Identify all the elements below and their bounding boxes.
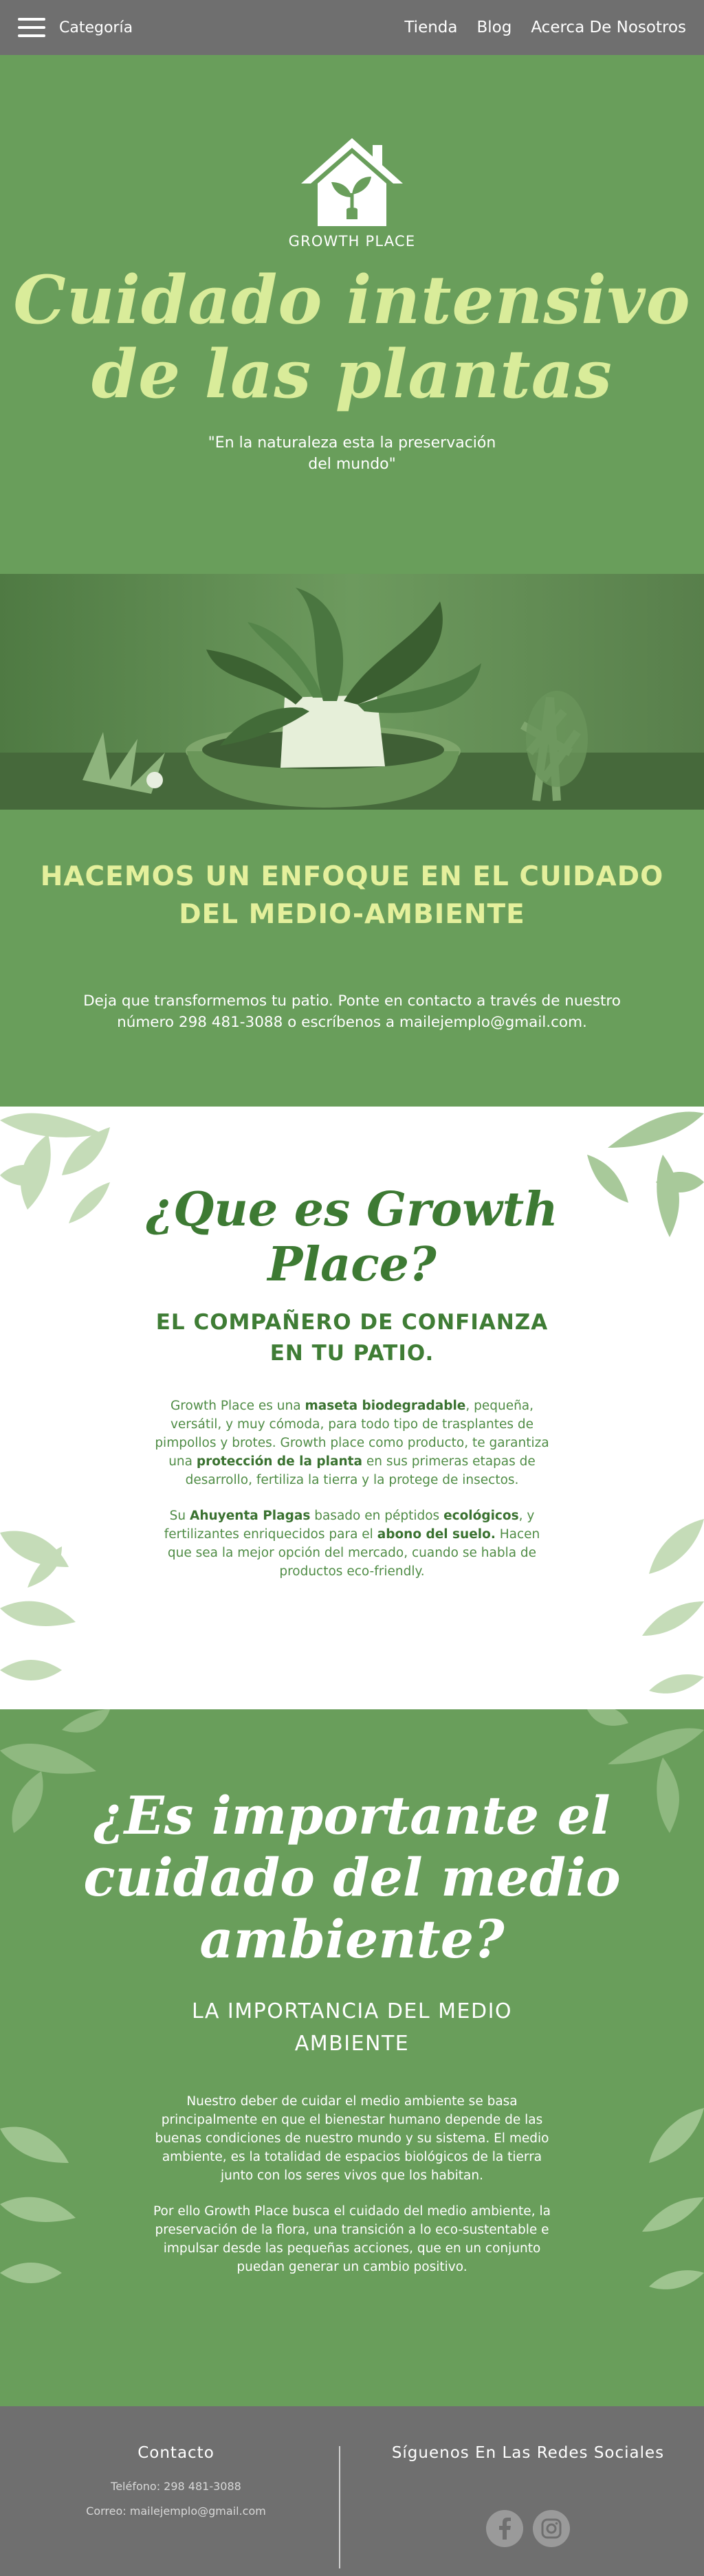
hero-quote-line: "En la naturaleza esta la preservación	[208, 434, 496, 452]
nav-link-tienda[interactable]: Tienda	[404, 19, 457, 36]
que-es-paragraph: Growth Place es una maseta biodegradable…	[153, 1397, 551, 1489]
leaf-decoration-icon	[0, 1113, 110, 1223]
nav-link-acerca[interactable]: Acerca De Nosotros	[531, 19, 686, 36]
hero-title-line: de las plantas	[91, 335, 613, 413]
footer-contact-title: Contacto	[138, 2444, 214, 2462]
importancia-subtitle-line: LA IMPORTANCIA DEL MEDIO	[191, 1999, 513, 2023]
footer-social-title: Síguenos En Las Redes Sociales	[391, 2444, 665, 2462]
hero-quote-line: del mundo"	[308, 456, 396, 473]
top-navbar: Categoría Tienda Blog Acerca De Nosotros	[0, 0, 704, 55]
leaf-decoration-icon	[587, 1111, 704, 1237]
bold-text: Ahuyenta Plagas	[190, 1509, 311, 1523]
footer: Contacto Teléfono: 298 481-3088 Correo: …	[0, 2406, 704, 2576]
nav-link-blog[interactable]: Blog	[477, 19, 512, 36]
text-span: Su	[169, 1509, 190, 1523]
leaf-decoration-icon	[642, 2108, 704, 2289]
leaf-decoration-icon	[0, 1531, 76, 1680]
enfoque-text-line: Deja que transformemos tu patio. Ponte e…	[83, 992, 621, 1010]
nav-links: Tienda Blog Acerca De Nosotros	[404, 19, 686, 36]
text-span: Growth Place es una	[170, 1399, 305, 1413]
facebook-icon[interactable]	[486, 2510, 523, 2547]
importancia-body: Nuestro deber de cuidar el medio ambient…	[153, 2092, 551, 2276]
footer-phone: Teléfono: 298 481-3088	[111, 2480, 241, 2493]
footer-contact: Contacto Teléfono: 298 481-3088 Correo: …	[0, 2406, 352, 2576]
importancia-subtitle: LA IMPORTANCIA DEL MEDIO AMBIENTE	[0, 1995, 704, 2060]
que-es-subtitle: EL COMPAÑERO DE CONFIANZA EN TU PATIO.	[0, 1307, 704, 1369]
footer-email[interactable]: Correo: mailejemplo@gmail.com	[0, 2499, 352, 2524]
bold-text: ecológicos	[443, 1509, 519, 1523]
footer-divider	[339, 2446, 340, 2568]
plants-photo-banner	[0, 574, 704, 810]
plants-photo-image	[0, 574, 704, 810]
enfoque-title-line: HACEMOS UN ENFOQUE EN EL CUIDADO	[40, 861, 664, 892]
leaf-decoration-icon	[642, 1519, 704, 1694]
que-es-paragraph: Su Ahuyenta Plagas basado en péptidos ec…	[153, 1507, 551, 1581]
footer-social: Síguenos En Las Redes Sociales	[352, 2406, 704, 2576]
hero-title: Cuidado intensivo de las plantas	[0, 263, 704, 412]
text-span: basado en péptidos	[310, 1509, 444, 1523]
enfoque-contact-text: Deja que transformemos tu patio. Ponte e…	[0, 990, 704, 1033]
que-es-subtitle-line: EN TU PATIO.	[270, 1341, 434, 1366]
que-es-subtitle-line: EL COMPAÑERO DE CONFIANZA	[155, 1310, 549, 1335]
leaf-decoration-icon	[0, 1709, 110, 1833]
brand-name: GROWTH PLACE	[288, 233, 416, 249]
importancia-title-line: ambiente?	[199, 1909, 505, 1970]
que-es-section: ¿Que es Growth Place? EL COMPAÑERO DE CO…	[0, 1107, 704, 1709]
hero-section: GROWTH PLACE Cuidado intensivo de las pl…	[0, 55, 704, 574]
importancia-section: ¿Es importante el cuidado del medio ambi…	[0, 1709, 704, 2406]
enfoque-title: HACEMOS UN ENFOQUE EN EL CUIDADO DEL MED…	[0, 858, 704, 933]
leaf-decoration-icon	[0, 2127, 76, 2283]
que-es-body: Growth Place es una maseta biodegradable…	[153, 1397, 551, 1581]
instagram-icon[interactable]	[533, 2510, 570, 2547]
hamburger-menu-icon[interactable]	[18, 18, 45, 37]
enfoque-text-line: número 298 481-3088 o escríbenos a maile…	[117, 1014, 587, 1031]
hero-quote: "En la naturaleza esta la preservación d…	[0, 432, 704, 475]
category-menu-label[interactable]: Categoría	[59, 19, 133, 36]
que-es-title-line: Place?	[267, 1237, 437, 1292]
enfoque-title-line: DEL MEDIO-AMBIENTE	[179, 899, 525, 930]
hero-title-line: Cuidado intensivo	[13, 261, 691, 339]
footer-contact-info: Teléfono: 298 481-3088 Correo: mailejemp…	[0, 2474, 352, 2524]
bold-text: protección de la planta	[196, 1454, 362, 1469]
importancia-paragraph: Por ello Growth Place busca el cuidado d…	[153, 2204, 551, 2274]
importancia-title-line: cuidado del medio	[83, 1847, 621, 1908]
growth-place-house-logo-icon	[301, 138, 403, 226]
enfoque-section: HACEMOS UN ENFOQUE EN EL CUIDADO DEL MED…	[0, 810, 704, 1107]
bold-text: maseta biodegradable	[305, 1399, 466, 1413]
bold-text: abono del suelo.	[377, 1527, 496, 1542]
importancia-paragraph: Nuestro deber de cuidar el medio ambient…	[155, 2094, 549, 2183]
importancia-subtitle-line: AMBIENTE	[294, 2032, 410, 2056]
social-icons	[352, 2510, 704, 2547]
leaf-decoration-icon	[587, 1709, 704, 1833]
